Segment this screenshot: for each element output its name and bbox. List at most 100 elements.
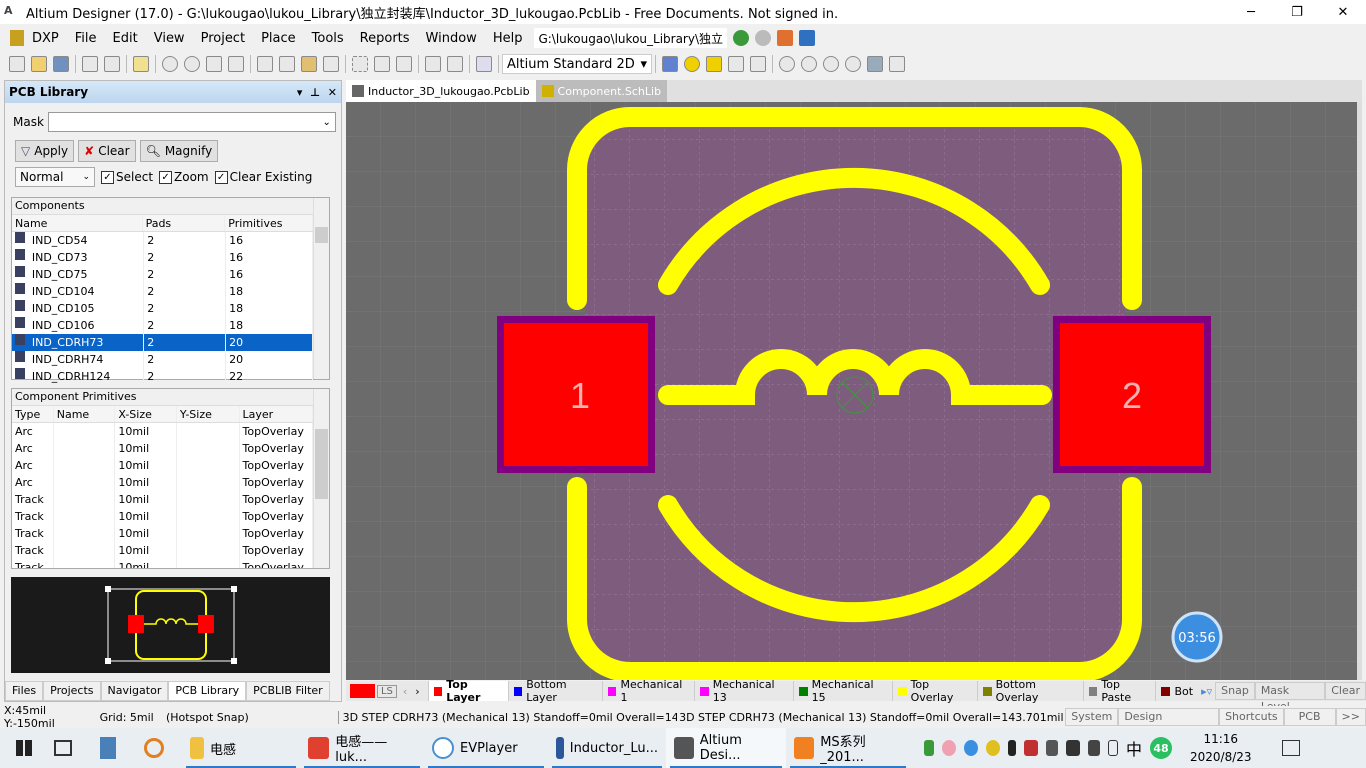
tab-schlib[interactable]: Component.SchLib (535, 80, 668, 102)
component-row[interactable]: IND_CD106 2 18 (12, 317, 313, 334)
component-row[interactable]: IND_CD104 2 18 (12, 283, 313, 300)
home-icon[interactable] (777, 30, 794, 46)
menu-project[interactable]: Project (193, 31, 253, 46)
browser-tray-icon[interactable] (964, 740, 978, 756)
microphone-icon[interactable] (1008, 740, 1016, 756)
primitive-row[interactable]: Track 10mil TopOverlay (12, 525, 313, 542)
rubber-stamp-icon[interactable] (323, 56, 339, 72)
clear-mask-button[interactable]: Clear (1325, 682, 1366, 700)
array-icon[interactable] (889, 56, 905, 72)
via-icon[interactable] (706, 56, 722, 72)
menu-edit[interactable]: Edit (105, 31, 146, 46)
open-doc-icon[interactable] (133, 56, 149, 72)
clear-button[interactable]: ✘ Clear (78, 140, 136, 162)
task-evplayer[interactable]: EVPlayer (424, 728, 548, 768)
panel-tab-navigator[interactable]: Navigator (100, 681, 169, 701)
calculator-icon[interactable] (100, 737, 116, 759)
tab-pcblib[interactable]: Inductor_3D_lukougao.PcbLib (346, 80, 536, 102)
component-preview[interactable] (11, 577, 330, 673)
more-button[interactable]: >> (1335, 708, 1366, 726)
menu-help[interactable]: Help (485, 31, 531, 46)
zoom-area-icon[interactable] (228, 56, 244, 72)
shortcuts-button[interactable]: Shortcuts (1219, 708, 1284, 726)
task-view-icon[interactable] (54, 740, 72, 756)
print-preview-icon[interactable] (104, 56, 120, 72)
primitive-row[interactable]: Arc 10mil TopOverlay (12, 423, 313, 440)
layer-tab-bottom-overlay[interactable]: Bottom Overlay (977, 678, 1083, 704)
pad-1[interactable]: 1 (497, 316, 655, 473)
layer-tab-mechanical-15[interactable]: Mechanical 15 (793, 678, 892, 704)
pad-2[interactable]: 2 (1053, 316, 1211, 473)
mask-input[interactable]: ⌄ (47, 112, 336, 132)
layer-tab-mechanical-13[interactable]: Mechanical 13 (694, 678, 793, 704)
minimize-button[interactable]: ─ (1228, 0, 1274, 24)
layer-tab-top-overlay[interactable]: Top Overlay (892, 678, 977, 704)
menu-place[interactable]: Place (253, 31, 304, 46)
select-area-icon[interactable] (352, 56, 368, 72)
clear-existing-checkbox[interactable]: ✓ Clear Existing (214, 170, 312, 184)
layer-tab-bot[interactable]: Bot (1155, 681, 1198, 701)
component-row[interactable]: IND_CD73 2 16 (12, 249, 313, 266)
menu-window[interactable]: Window (418, 31, 485, 46)
deselect-icon[interactable] (396, 56, 412, 72)
component-row[interactable]: IND_CD75 2 16 (12, 266, 313, 283)
fit-document-icon[interactable] (206, 56, 222, 72)
arc-center-icon[interactable] (779, 56, 795, 72)
ime-indicator[interactable]: 中 (1126, 736, 1142, 760)
forward-icon[interactable] (755, 30, 772, 46)
zoom-checkbox[interactable]: ✓ Zoom (159, 170, 209, 184)
pcb-canvas[interactable]: 1 2 03:56 (346, 102, 1362, 680)
layer-tab-mechanical-1[interactable]: Mechanical 1 (601, 678, 694, 704)
circle-icon[interactable] (845, 56, 861, 72)
refresh-icon[interactable] (799, 30, 816, 46)
action-center-icon[interactable] (1281, 740, 1300, 756)
pad-icon[interactable] (684, 56, 700, 72)
primitive-row[interactable]: Track 10mil TopOverlay (12, 508, 313, 525)
clock[interactable]: 11:16 2020/8/23 (1190, 730, 1252, 766)
component-row[interactable]: IND_CDRH124 2 22 (12, 368, 313, 385)
panel-tab-pcblib-filter[interactable]: PCBLIB Filter (246, 681, 330, 701)
move-icon[interactable] (374, 56, 390, 72)
apply-button[interactable]: ▽ Apply (15, 140, 75, 162)
design-compiler-button[interactable]: Design Compiler (1118, 708, 1220, 739)
menu-reports[interactable]: Reports (352, 31, 418, 46)
line-icon[interactable] (662, 56, 678, 72)
wifi-icon[interactable] (1046, 740, 1058, 756)
undo-icon[interactable] (425, 56, 441, 72)
panel-close-icon[interactable]: ✕ (328, 86, 337, 99)
update-tray-icon[interactable] (986, 740, 1000, 756)
back-icon[interactable] (733, 30, 750, 46)
component-row[interactable]: IND_CDRH74 2 20 (12, 351, 313, 368)
redo-icon[interactable] (447, 56, 463, 72)
components-scrollbar[interactable] (313, 198, 329, 379)
layer-set-button[interactable]: LS (376, 684, 397, 698)
menu-file[interactable]: File (67, 31, 105, 46)
pin-icon[interactable]: ⊥ (310, 86, 320, 99)
usb-icon[interactable] (924, 740, 934, 756)
open-icon[interactable] (31, 56, 47, 72)
layer-tab-top-paste[interactable]: Top Paste (1082, 678, 1156, 704)
string-icon[interactable] (728, 56, 744, 72)
task-pdf[interactable]: MS系列_201... (786, 728, 910, 768)
notification-badge[interactable]: 48 (1150, 737, 1173, 759)
select-checkbox[interactable]: ✓ Select (101, 170, 153, 184)
arc-any-icon[interactable] (823, 56, 839, 72)
battery-icon[interactable] (1066, 740, 1080, 756)
app-tray-icon[interactable] (942, 740, 956, 756)
layer-tab-top-layer[interactable]: Top Layer (427, 678, 508, 704)
layer-tab-bottom-layer[interactable]: Bottom Layer (507, 678, 602, 704)
paste-icon[interactable] (301, 56, 317, 72)
close-button[interactable]: ✕ (1320, 0, 1366, 24)
task-folder[interactable]: 电感 (182, 728, 300, 768)
panel-tab-files[interactable]: Files (5, 681, 44, 701)
grid-icon[interactable] (476, 56, 492, 72)
new-icon[interactable] (9, 56, 25, 72)
mode-select[interactable]: Normal ⌄ (15, 167, 95, 187)
primitive-row[interactable]: Track 10mil TopOverlay (12, 559, 313, 568)
primitive-row[interactable]: Arc 10mil TopOverlay (12, 474, 313, 491)
fill-icon[interactable] (867, 56, 883, 72)
primitive-row[interactable]: Track 10mil TopOverlay (12, 542, 313, 559)
save-icon[interactable] (53, 56, 69, 72)
panel-tab-pcb-library[interactable]: PCB Library (168, 681, 247, 701)
scroll-right-icon[interactable]: › (415, 685, 419, 698)
